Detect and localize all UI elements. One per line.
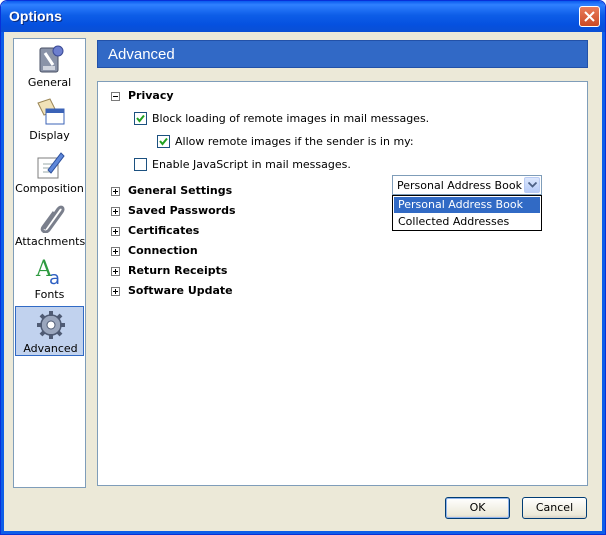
sidebar-item-label: Fonts [34, 288, 65, 301]
ok-button[interactable]: OK [445, 497, 510, 519]
section-saved-passwords[interactable]: Saved Passwords [128, 204, 236, 217]
expand-certificates-toggle[interactable] [111, 227, 120, 236]
chevron-down-icon [528, 182, 537, 188]
general-settings-icon [39, 45, 64, 73]
enable-javascript-label[interactable]: Enable JavaScript in mail messages. [152, 158, 351, 171]
sidebar-item-advanced[interactable]: Advanced [15, 306, 84, 356]
block-remote-images-label[interactable]: Block loading of remote images in mail m… [152, 112, 429, 125]
checkmark-icon [136, 114, 145, 123]
section-connection[interactable]: Connection [128, 244, 198, 257]
enable-javascript-checkbox[interactable] [134, 158, 147, 171]
expand-connection-toggle[interactable] [111, 247, 120, 256]
dropdown-option[interactable]: Collected Addresses [394, 214, 540, 230]
display-icon [37, 98, 65, 125]
sidebar-item-general[interactable]: General [15, 41, 84, 90]
paperclip-icon [40, 205, 65, 233]
fonts-icon: A a [35, 257, 60, 286]
section-general-settings[interactable]: General Settings [128, 184, 232, 197]
checkmark-icon [159, 137, 168, 146]
category-sidebar: General Display Composition Attachments [13, 38, 86, 488]
collapse-privacy-toggle[interactable] [111, 92, 120, 101]
expand-return-receipts-toggle[interactable] [111, 267, 120, 276]
options-window: Options General Display Composition Atta… [0, 0, 606, 535]
dropdown-option[interactable]: Personal Address Book [394, 197, 540, 213]
sidebar-item-label: Advanced [23, 342, 78, 355]
title-bar[interactable]: Options [1, 1, 605, 32]
dropdown-option-label: Personal Address Book [398, 198, 523, 211]
dropdown-arrow-button[interactable] [524, 177, 540, 193]
allow-remote-images-label[interactable]: Allow remote images if the sender is in … [175, 135, 414, 148]
sidebar-item-fonts[interactable]: A a Fonts [15, 253, 84, 302]
block-remote-images-checkbox[interactable] [134, 112, 147, 125]
close-icon [584, 11, 595, 22]
gear-icon [37, 311, 65, 339]
composition-pen-icon [37, 152, 65, 179]
sidebar-item-label: Display [29, 129, 70, 142]
close-button[interactable] [579, 6, 600, 27]
window-title: Options [9, 8, 62, 24]
window-frame-bottom [1, 531, 605, 534]
section-return-receipts[interactable]: Return Receipts [128, 264, 227, 277]
svg-text:a: a [49, 268, 60, 286]
cancel-button[interactable]: Cancel [522, 497, 587, 519]
window-frame-right [602, 32, 605, 534]
sidebar-item-label: Attachments [15, 235, 86, 248]
sidebar-item-display[interactable]: Display [15, 94, 84, 143]
expand-general-settings-toggle[interactable] [111, 187, 120, 196]
section-software-update[interactable]: Software Update [128, 284, 233, 297]
address-book-select[interactable]: Personal Address Book [392, 175, 542, 195]
section-certificates[interactable]: Certificates [128, 224, 199, 237]
address-book-select-value: Personal Address Book [397, 179, 522, 192]
panel-header: Advanced [97, 40, 588, 68]
expand-saved-passwords-toggle[interactable] [111, 207, 120, 216]
settings-panel: Advanced Privacy Block loading of remote… [97, 38, 588, 486]
allow-remote-images-checkbox[interactable] [157, 135, 170, 148]
dropdown-option-label: Collected Addresses [398, 215, 510, 228]
panel-title: Advanced [108, 46, 175, 63]
sidebar-item-composition[interactable]: Composition [15, 147, 84, 196]
sidebar-item-label: General [27, 76, 72, 89]
section-privacy[interactable]: Privacy [128, 89, 174, 102]
sidebar-item-label: Composition [15, 182, 84, 195]
settings-tree: Privacy Block loading of remote images i… [97, 81, 588, 486]
window-frame-left [1, 32, 4, 534]
address-book-dropdown-list: Personal Address Book Collected Addresse… [392, 195, 542, 231]
sidebar-item-attachments[interactable]: Attachments [15, 200, 86, 249]
expand-software-update-toggle[interactable] [111, 287, 120, 296]
